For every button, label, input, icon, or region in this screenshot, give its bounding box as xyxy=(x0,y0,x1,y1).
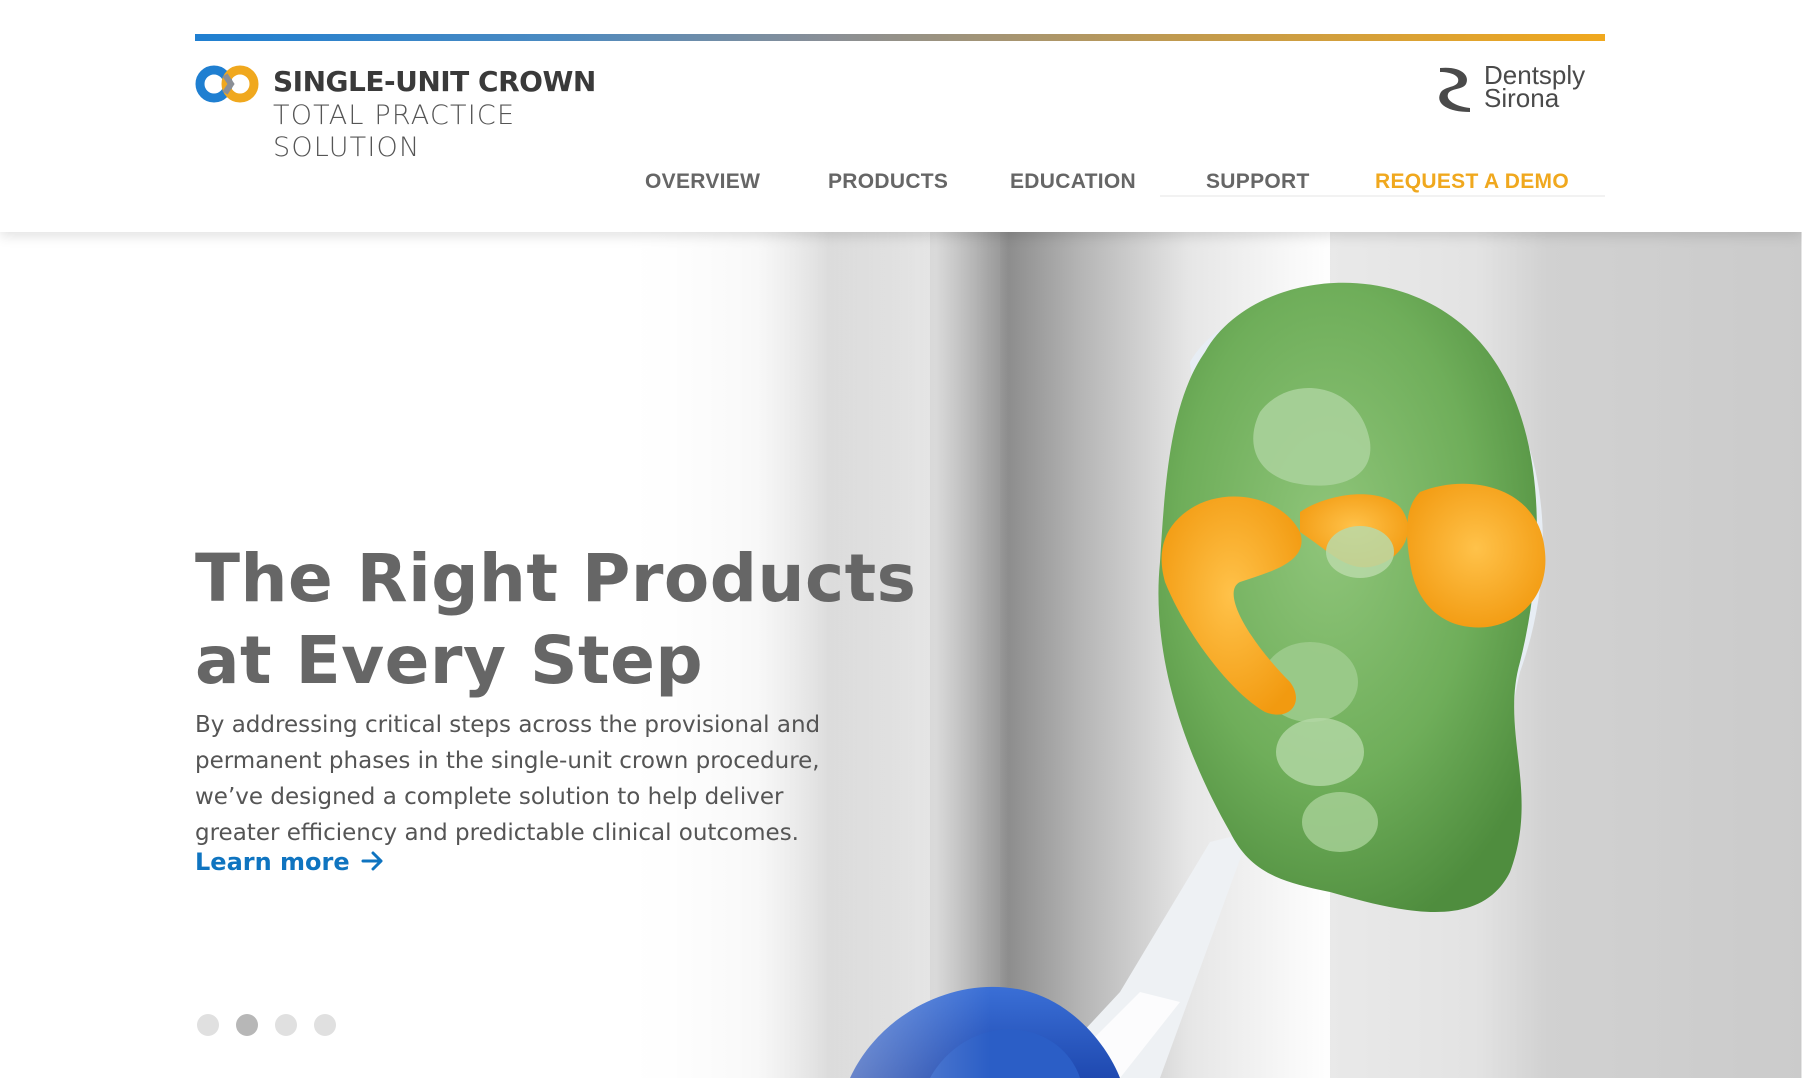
gradient-top-bar xyxy=(195,34,1605,41)
learn-more-link[interactable]: Learn more xyxy=(195,848,386,884)
site-header: SINGLE-UNIT CROWN TOTAL PRACTICE SOLUTIO… xyxy=(0,0,1802,232)
brand-subtitle-line1: TOTAL PRACTICE xyxy=(273,100,516,131)
nav-request-demo[interactable]: REQUEST A DEMO xyxy=(1375,170,1569,194)
carousel-dot-2[interactable] xyxy=(236,1014,258,1036)
nav-overview[interactable]: OVERVIEW xyxy=(645,170,760,194)
dentsply-sirona-wordmark: Dentsply Sirona xyxy=(1484,62,1585,113)
infinity-loop-icon xyxy=(195,65,259,103)
nav-education[interactable]: EDUCATION xyxy=(1010,170,1136,194)
dentsply-sirona-logo[interactable]: Dentsply Sirona xyxy=(1436,62,1636,116)
arrow-right-icon xyxy=(361,851,383,871)
nav-support[interactable]: SUPPORT xyxy=(1206,170,1310,194)
sirona-text: Sirona xyxy=(1484,83,1560,113)
hero-banner: The Right Products at Every Step By addr… xyxy=(0,232,1801,1078)
page: SINGLE-UNIT CROWN TOTAL PRACTICE SOLUTIO… xyxy=(0,0,1802,1078)
carousel-dot-4[interactable] xyxy=(314,1014,336,1036)
brand-title: SINGLE-UNIT CROWN xyxy=(273,65,596,98)
carousel-dot-1[interactable] xyxy=(197,1014,219,1036)
brand-logo[interactable]: SINGLE-UNIT CROWN TOTAL PRACTICE SOLUTIO… xyxy=(195,64,615,174)
carousel-dot-3[interactable] xyxy=(275,1014,297,1036)
brand-subtitle-line2: SOLUTION xyxy=(273,132,421,163)
learn-more-label: Learn more xyxy=(195,848,350,876)
nav-products[interactable]: PRODUCTS xyxy=(828,170,948,194)
hero-description: By addressing critical steps across the … xyxy=(195,712,821,846)
hero-title: The Right Products at Every Step xyxy=(195,540,917,700)
dentsply-sirona-logo-icon xyxy=(1439,67,1470,112)
nav-underline xyxy=(1160,195,1605,197)
